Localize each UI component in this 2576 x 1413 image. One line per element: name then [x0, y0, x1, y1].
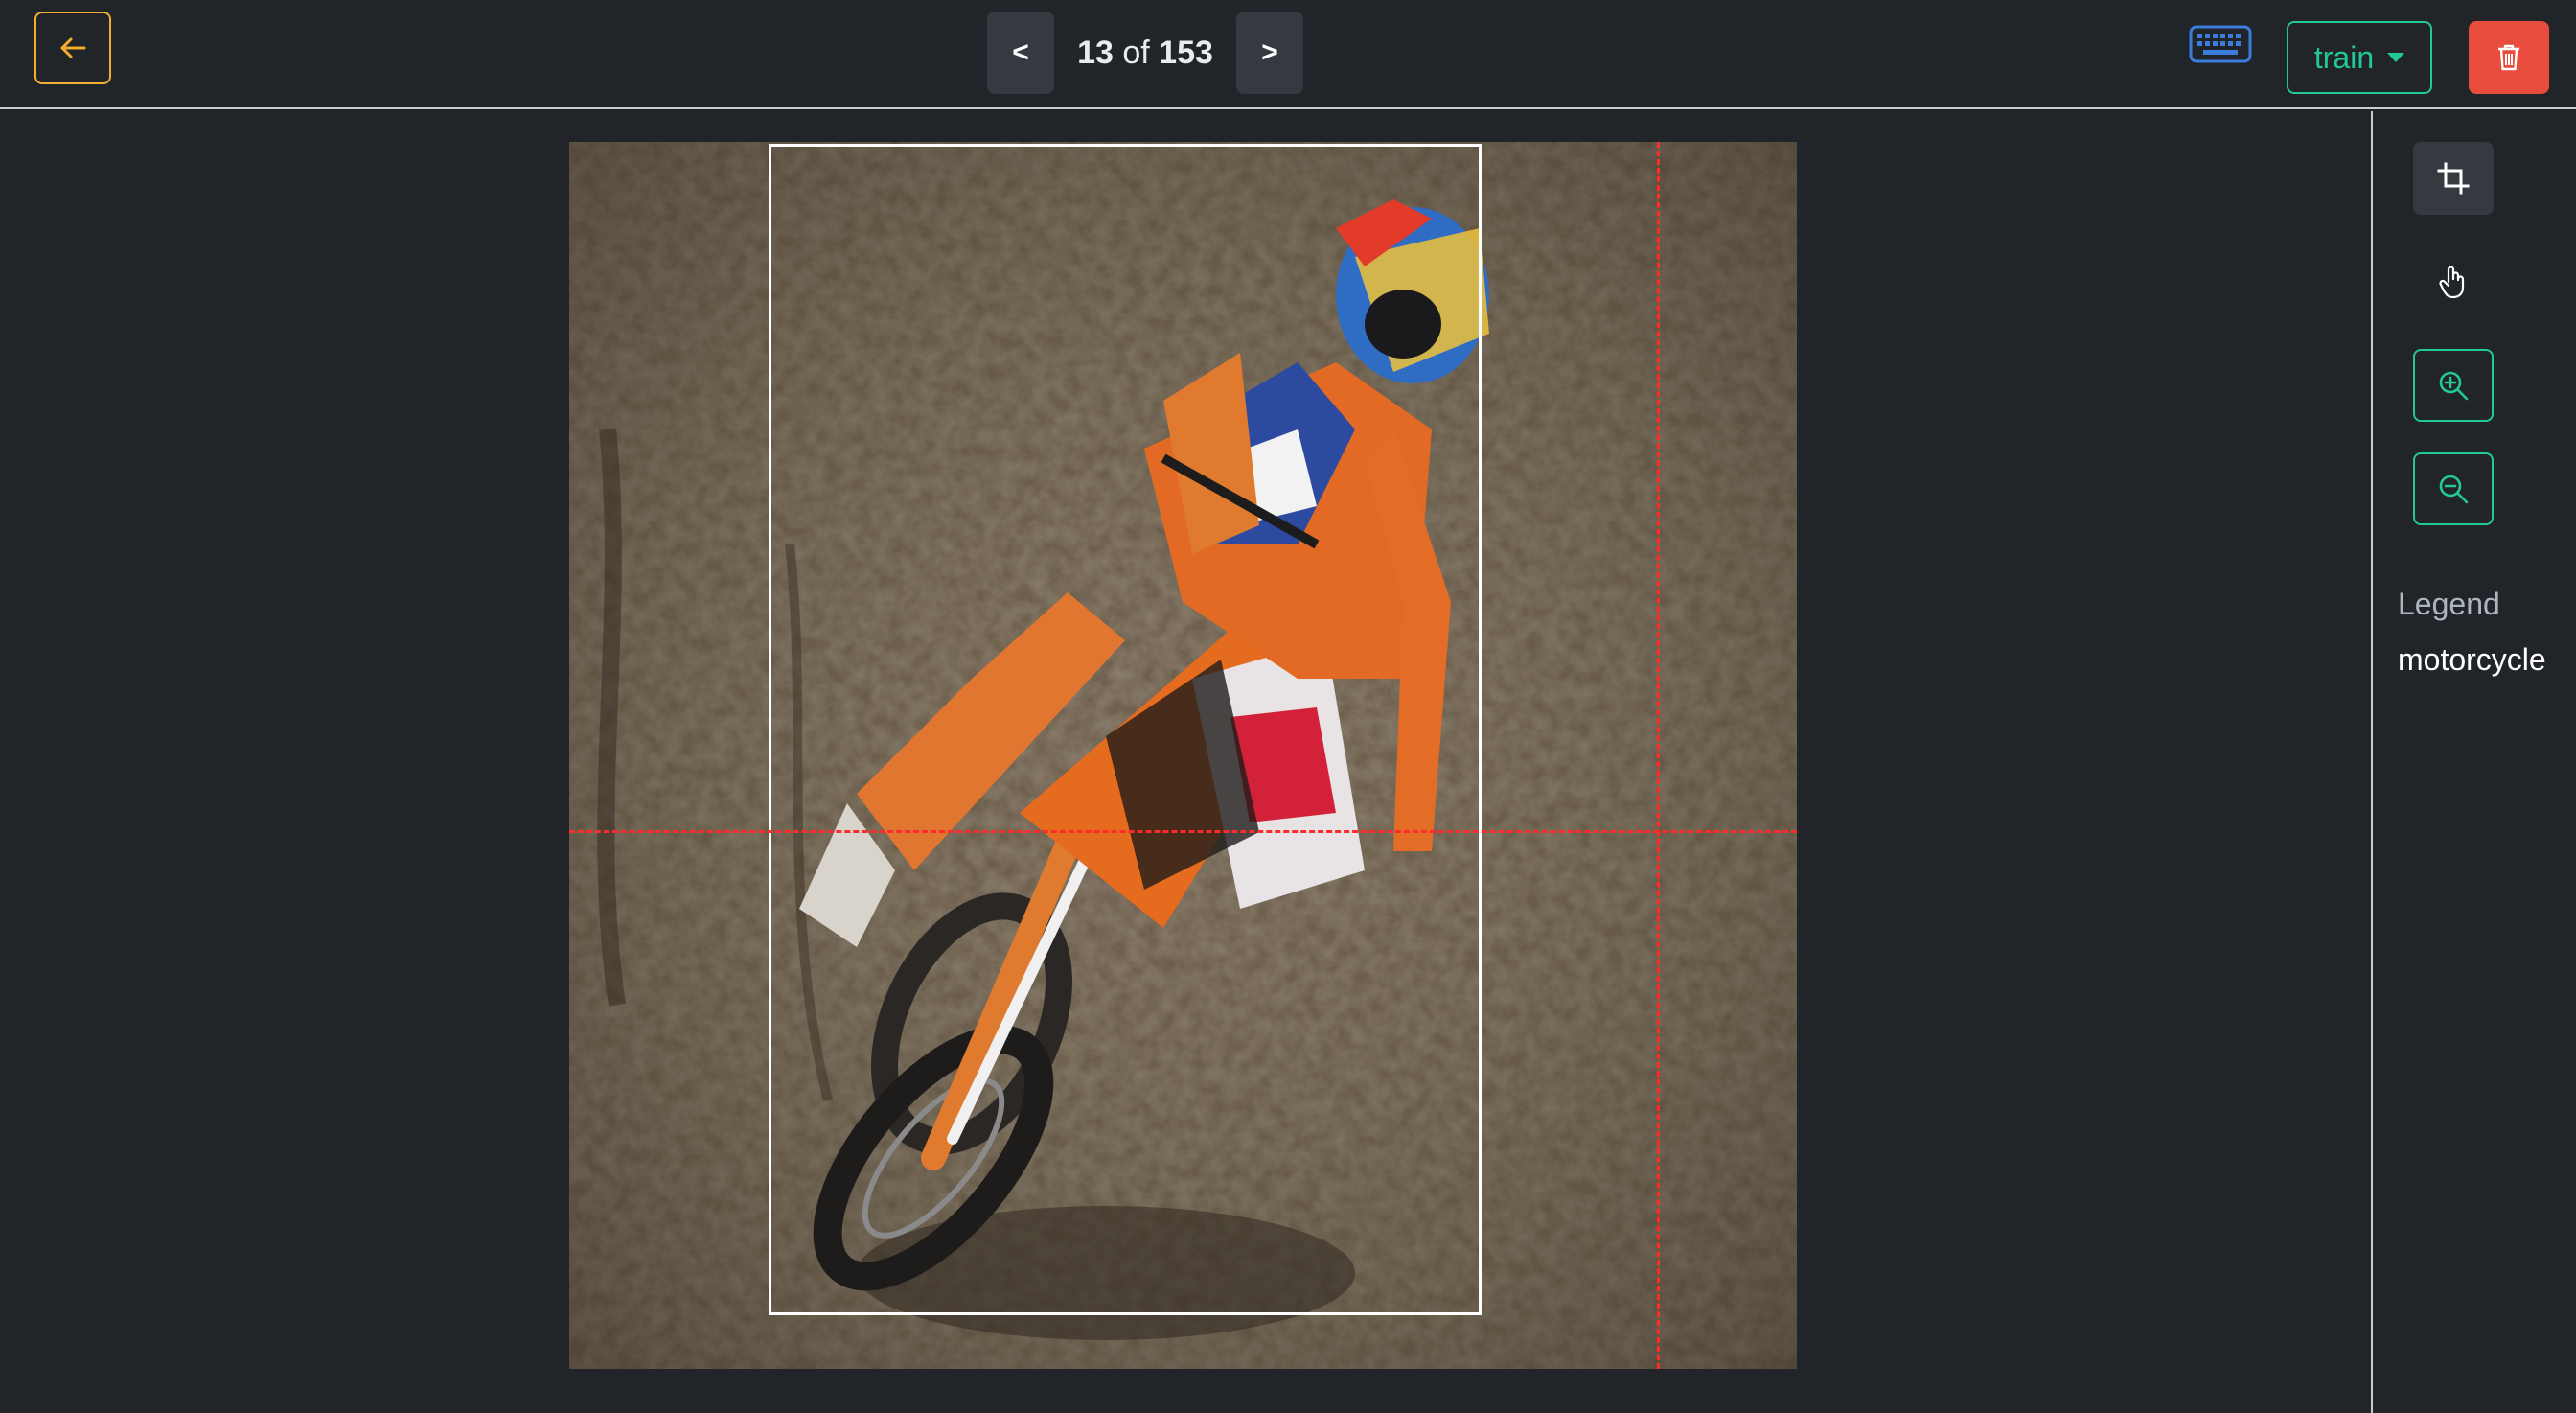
bounding-box-motorcycle[interactable]	[769, 144, 1482, 1315]
dataset-split-select[interactable]: train	[2287, 21, 2432, 94]
tool-sidebar: Legend motorcycle	[2371, 111, 2576, 1413]
top-toolbar: < 13 of 153 > train	[0, 0, 2576, 109]
zoom-in-button[interactable]	[2413, 349, 2494, 422]
annotation-canvas[interactable]	[569, 142, 1797, 1369]
image-pager: < 13 of 153 >	[987, 12, 1303, 94]
of-label: of	[1122, 34, 1150, 71]
hand-pointer-icon	[2439, 266, 2465, 299]
crop-icon	[2437, 162, 2470, 195]
legend-title: Legend	[2398, 587, 2500, 621]
caret-down-icon	[2387, 53, 2405, 62]
delete-image-button[interactable]	[2469, 21, 2549, 94]
trash-icon	[2498, 44, 2519, 71]
previous-image-button[interactable]: <	[987, 12, 1054, 94]
total-count: 153	[1159, 34, 1213, 71]
legend-item-motorcycle[interactable]: motorcycle	[2398, 642, 2546, 678]
back-button[interactable]	[34, 12, 111, 84]
keyboard-icon	[2189, 25, 2252, 63]
keyboard-shortcuts-button[interactable]	[2189, 25, 2252, 63]
zoom-in-icon	[2439, 371, 2469, 401]
crosshair-vertical-guide	[1657, 142, 1660, 1369]
current-index: 13	[1077, 34, 1114, 71]
arrow-left-icon	[60, 37, 86, 58]
zoom-out-button[interactable]	[2413, 452, 2494, 525]
crop-tool-button[interactable]	[2413, 142, 2494, 215]
image-position-indicator: 13 of 153	[1054, 35, 1236, 72]
split-select-value: train	[2313, 39, 2375, 75]
pan-tool-button[interactable]	[2413, 245, 2494, 318]
next-image-button[interactable]: >	[1236, 12, 1303, 94]
zoom-out-icon	[2439, 475, 2469, 504]
crosshair-horizontal-guide	[569, 830, 1797, 833]
